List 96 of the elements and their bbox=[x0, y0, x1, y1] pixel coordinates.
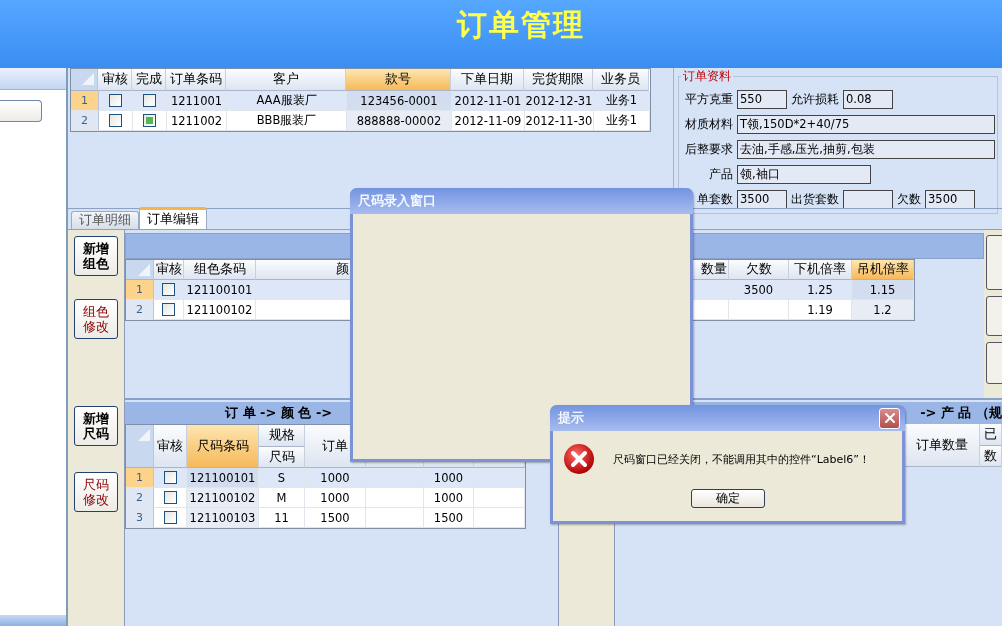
checkbox[interactable] bbox=[162, 283, 175, 296]
checkbox[interactable] bbox=[163, 491, 177, 504]
input-field[interactable]: 3500 bbox=[925, 189, 975, 209]
table-cell: 业务1 bbox=[594, 111, 650, 131]
column-header: 吊机倍率 bbox=[852, 260, 914, 280]
input-field[interactable]: 去油,手感,压光,抽剪,包装 bbox=[737, 139, 995, 159]
group-title: 订单资料 bbox=[682, 68, 732, 85]
action-button[interactable]: 组色修改 bbox=[74, 299, 118, 339]
row-number: 1 bbox=[126, 280, 154, 300]
field-label: 平方克重 bbox=[684, 90, 733, 108]
field-label: 后整要求 bbox=[684, 140, 733, 158]
table-cell: 11 bbox=[259, 508, 305, 528]
input-field[interactable] bbox=[843, 189, 893, 209]
field-label: 产品 bbox=[708, 165, 733, 183]
column-header: 完货期限 bbox=[524, 69, 593, 91]
table-cell: 1.15 bbox=[852, 280, 914, 300]
dialog-title: 提示 bbox=[558, 409, 584, 427]
app-title: 订单管理 bbox=[457, 6, 585, 44]
column-header: 客户 bbox=[226, 69, 346, 91]
checkbox[interactable] bbox=[162, 303, 175, 316]
dialog-title: 尺码录入窗口 bbox=[358, 192, 436, 210]
banner-text: -> 产 品 （规 bbox=[920, 404, 1002, 422]
row-number: 2 bbox=[71, 111, 99, 131]
row-number: 1 bbox=[126, 468, 154, 488]
table-cell: 888888-00002 bbox=[347, 111, 452, 131]
table-row[interactable]: 1 1211001 AAA服装厂 123456-0001 2012-11-01 2012-12-31 业务1 bbox=[71, 91, 650, 111]
table-cell: 121100102 bbox=[187, 488, 259, 508]
field-label: 允许损耗 bbox=[791, 90, 839, 108]
checkbox[interactable] bbox=[143, 94, 156, 107]
table-cell: BBB服装厂 bbox=[227, 111, 347, 131]
table-cell: 1.2 bbox=[852, 300, 914, 320]
row-number: 1 bbox=[71, 91, 99, 111]
input-field[interactable]: 550 bbox=[737, 89, 787, 109]
ok-button[interactable]: 确定 bbox=[690, 489, 765, 508]
row-number: 3 bbox=[126, 508, 154, 528]
table-cell: 1211002 bbox=[167, 111, 227, 131]
table-row[interactable]: 1 121100101 S 1000 1000 bbox=[126, 468, 525, 488]
column-header: 尺码条码 bbox=[187, 425, 259, 468]
column-header: 完成 bbox=[132, 69, 166, 91]
column-header: 尺码 bbox=[259, 447, 305, 468]
column-header: 审核 bbox=[154, 260, 184, 280]
scroll-bar bbox=[0, 615, 66, 626]
field-label: 出货套数 bbox=[791, 190, 839, 208]
column-header: 业务员 bbox=[593, 69, 649, 91]
column-header: 已 bbox=[980, 424, 1002, 446]
input-field[interactable]: 0.08 bbox=[843, 89, 893, 109]
column-header: 审核 bbox=[154, 425, 187, 468]
tab[interactable]: 订单编辑 bbox=[139, 207, 207, 229]
table-row[interactable]: 3 121100103 11 1500 1500 bbox=[126, 508, 525, 528]
error-icon bbox=[563, 443, 595, 475]
checkbox[interactable] bbox=[109, 94, 122, 107]
table-row[interactable]: 2 121100102 M 1000 1000 bbox=[126, 488, 525, 508]
column-header: 数 bbox=[980, 446, 1002, 467]
table-row[interactable]: 2 1211002 BBB服装厂 888888-00002 2012-11-09 2012-11-30 业务1 bbox=[71, 111, 650, 131]
column-header: 规格 bbox=[259, 425, 305, 447]
field-label: 欠数 bbox=[897, 190, 921, 208]
banner-text: 订 单 -> 颜 色 -> bbox=[225, 404, 333, 422]
panel-header bbox=[0, 68, 66, 90]
table-cell: 121100102 bbox=[184, 300, 256, 320]
table-cell: 121100103 bbox=[187, 508, 259, 528]
table-cell: 123456-0001 bbox=[347, 91, 452, 111]
table-cell: 121100101 bbox=[187, 468, 259, 488]
row-number: 2 bbox=[126, 488, 154, 508]
table-cell: 1.19 bbox=[789, 300, 852, 320]
column-header: 下机倍率 bbox=[789, 260, 852, 280]
alert-message: 尺码窗口已经关闭，不能调用其中的控件“Label6”！ bbox=[613, 451, 871, 467]
column-header: 组色条码 bbox=[184, 260, 256, 280]
table-cell: 1500 bbox=[424, 508, 474, 528]
action-button[interactable]: 新增尺码 bbox=[74, 406, 118, 446]
input-field[interactable]: 领,袖口 bbox=[737, 164, 871, 184]
column-header: 审核 bbox=[98, 69, 132, 91]
input-field[interactable]: 3500 bbox=[737, 189, 787, 209]
column-header: 欠数 bbox=[729, 260, 789, 280]
checkbox[interactable] bbox=[163, 511, 177, 524]
column-header: 款号 bbox=[346, 69, 451, 91]
input-field[interactable]: T领,150D*2+40/75 bbox=[737, 114, 995, 134]
table-cell: 2012-11-09 bbox=[452, 111, 525, 131]
close-button[interactable] bbox=[879, 407, 900, 429]
grid-corner bbox=[71, 69, 98, 91]
field-label: 材质材料 bbox=[684, 115, 733, 133]
column-header: 下单日期 bbox=[451, 69, 524, 91]
checkbox[interactable] bbox=[109, 114, 122, 127]
field-label: 单套数 bbox=[696, 190, 733, 208]
column-header: 订单条码 bbox=[166, 69, 226, 91]
action-button[interactable]: 尺码修改 bbox=[74, 472, 118, 512]
grid-corner bbox=[126, 260, 154, 280]
checkbox[interactable] bbox=[143, 114, 156, 127]
panel-button[interactable] bbox=[0, 100, 42, 122]
grid-corner bbox=[126, 425, 154, 468]
tab[interactable]: 订单明细 bbox=[71, 211, 139, 229]
table-cell: 1500 bbox=[305, 508, 366, 528]
checkbox[interactable] bbox=[163, 471, 177, 484]
column-header: 订单数量 bbox=[905, 424, 980, 467]
table-cell: 2012-11-30 bbox=[525, 111, 594, 131]
action-button[interactable]: 新增组色 bbox=[74, 236, 118, 276]
row-number: 2 bbox=[126, 300, 154, 320]
